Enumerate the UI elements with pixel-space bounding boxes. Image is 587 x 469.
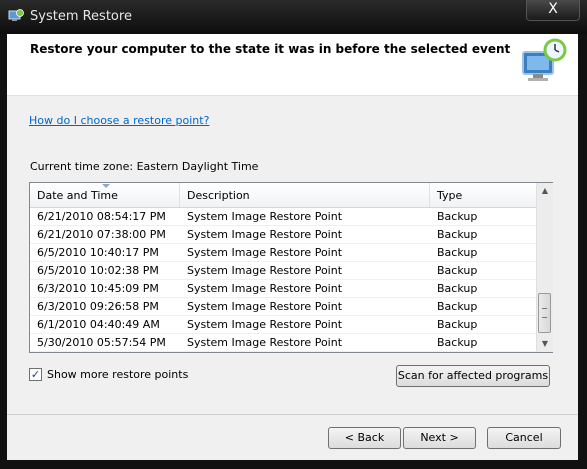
row-description: System Image Restore Point: [187, 300, 343, 313]
row-description: System Image Restore Point: [187, 210, 343, 223]
column-header-type[interactable]: Type: [430, 183, 536, 207]
row-type: Backup: [437, 264, 478, 277]
help-link[interactable]: How do I choose a restore point?: [29, 114, 209, 127]
restore-points-list[interactable]: Date and Time Description Type 6/21/2010…: [29, 182, 553, 353]
restore-clock-monitor-icon: [522, 38, 567, 81]
next-button[interactable]: Next >: [403, 427, 476, 449]
scroll-down-arrow-icon[interactable]: ▼: [537, 336, 553, 352]
title-bar[interactable]: System Restore X: [0, 0, 587, 34]
list-rows: 6/21/2010 08:54:17 PM System Image Restor…: [30, 208, 536, 352]
table-row[interactable]: 6/5/2010 10:02:38 PM System Image Restore…: [30, 262, 536, 280]
row-type: Backup: [437, 210, 478, 223]
row-date: 6/3/2010 09:26:58 PM: [37, 300, 159, 313]
cancel-button[interactable]: Cancel: [487, 427, 561, 449]
row-description: System Image Restore Point: [187, 264, 343, 277]
row-date: 6/5/2010 10:02:38 PM: [37, 264, 159, 277]
close-button[interactable]: X: [526, 0, 580, 21]
window-title: System Restore: [30, 9, 132, 24]
system-restore-window: System Restore X Restore your computer t…: [0, 0, 587, 469]
vertical-scrollbar[interactable]: ▲ ▼: [536, 183, 553, 352]
table-row[interactable]: 6/5/2010 10:40:17 PM System Image Restore…: [30, 244, 536, 262]
back-button[interactable]: < Back: [328, 427, 401, 449]
row-type: Backup: [437, 246, 478, 259]
timezone-label: Current time zone: Eastern Daylight Time: [30, 160, 259, 173]
row-type: Backup: [437, 282, 478, 295]
scrollbar-thumb[interactable]: [538, 293, 551, 333]
row-date: 5/30/2010 05:57:54 PM: [37, 336, 166, 349]
system-restore-icon: [8, 9, 24, 21]
page-heading: Restore your computer to the state it wa…: [30, 42, 511, 56]
row-description: System Image Restore Point: [187, 228, 343, 241]
column-header-description[interactable]: Description: [180, 183, 430, 207]
row-type: Backup: [437, 336, 478, 349]
scroll-up-arrow-icon[interactable]: ▲: [537, 183, 553, 199]
row-date: 6/5/2010 10:40:17 PM: [37, 246, 159, 259]
scan-affected-programs-button[interactable]: Scan for affected programs: [396, 365, 550, 387]
header-banner: Restore your computer to the state it wa…: [7, 34, 578, 96]
row-type: Backup: [437, 228, 478, 241]
show-more-label[interactable]: Show more restore points: [47, 368, 188, 381]
row-date: 6/3/2010 10:45:09 PM: [37, 282, 159, 295]
row-description: System Image Restore Point: [187, 318, 343, 331]
table-row[interactable]: 6/3/2010 10:45:09 PM System Image Restore…: [30, 280, 536, 298]
dialog-body: Restore your computer to the state it wa…: [7, 34, 578, 460]
table-row[interactable]: 6/1/2010 04:40:49 AM System Image Restore…: [30, 316, 536, 334]
row-date: 6/1/2010 04:40:49 AM: [37, 318, 160, 331]
row-description: System Image Restore Point: [187, 282, 343, 295]
sort-arrow-icon: [102, 184, 110, 188]
row-date: 6/21/2010 08:54:17 PM: [37, 210, 166, 223]
row-type: Backup: [437, 300, 478, 313]
table-row[interactable]: 6/3/2010 09:26:58 PM System Image Restore…: [30, 298, 536, 316]
table-row[interactable]: 5/30/2010 05:57:54 PM System Image Restor…: [30, 334, 536, 352]
footer-divider: [7, 414, 578, 415]
show-more-checkbox[interactable]: ✓: [29, 368, 42, 381]
row-date: 6/21/2010 07:38:00 PM: [37, 228, 166, 241]
list-header: Date and Time Description Type: [30, 183, 536, 208]
table-row[interactable]: 6/21/2010 08:54:17 PM System Image Restor…: [30, 208, 536, 226]
row-description: System Image Restore Point: [187, 336, 343, 349]
row-description: System Image Restore Point: [187, 246, 343, 259]
row-type: Backup: [437, 318, 478, 331]
table-row[interactable]: 6/21/2010 07:38:00 PM System Image Restor…: [30, 226, 536, 244]
